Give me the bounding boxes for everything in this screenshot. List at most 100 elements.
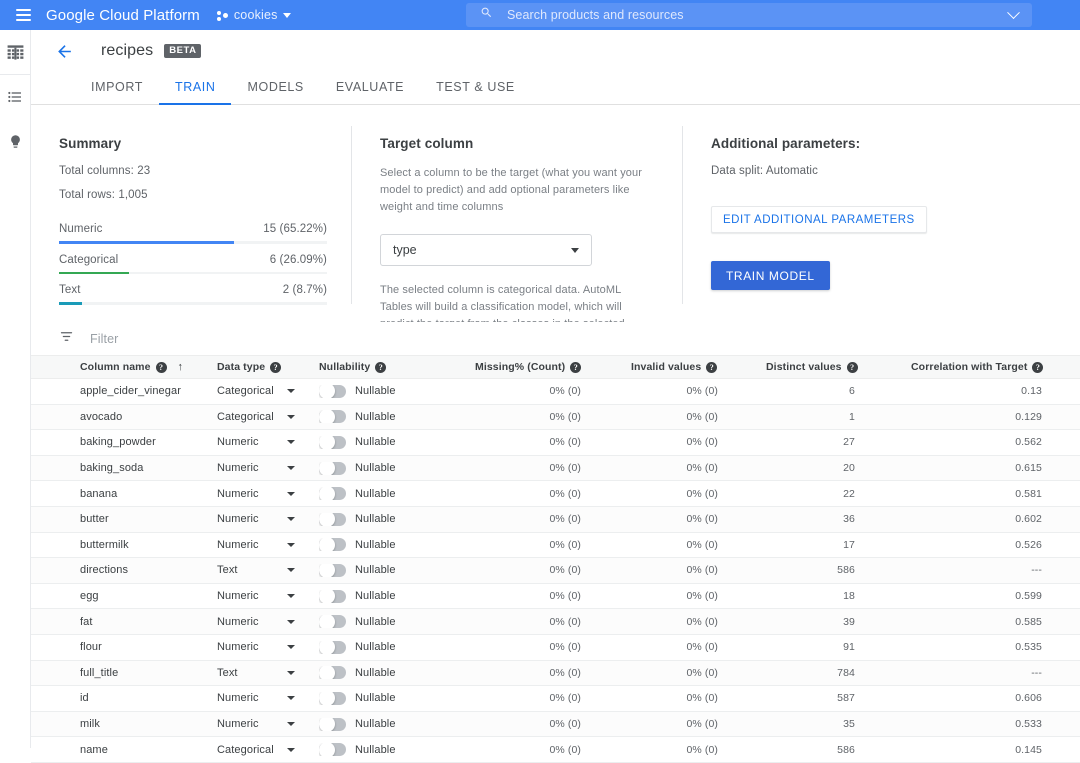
- header-correlation[interactable]: Correlation with Target ?: [874, 361, 1080, 373]
- cell-nullability[interactable]: Nullable: [319, 692, 446, 705]
- tab-test-use[interactable]: TEST & USE: [420, 72, 531, 105]
- data-type-select[interactable]: Text: [217, 667, 319, 679]
- help-icon[interactable]: ?: [1032, 362, 1043, 373]
- table-row[interactable]: butterNumericNullable0% (0)0% (0)360.602: [31, 507, 1080, 533]
- cell-data-type[interactable]: Numeric: [217, 513, 319, 525]
- cell-data-type[interactable]: Numeric: [217, 462, 319, 474]
- data-type-select[interactable]: Numeric: [217, 436, 319, 448]
- header-column-name[interactable]: Column name ? ↑: [31, 361, 217, 373]
- project-selector[interactable]: cookies: [217, 8, 291, 22]
- lightbulb-icon[interactable]: [0, 119, 31, 163]
- help-icon[interactable]: ?: [156, 362, 167, 373]
- cell-data-type[interactable]: Categorical: [217, 744, 319, 756]
- data-type-select[interactable]: Numeric: [217, 539, 319, 551]
- nullable-toggle[interactable]: [319, 718, 346, 731]
- tab-evaluate[interactable]: EVALUATE: [320, 72, 420, 105]
- header-data-type[interactable]: Data type ?: [217, 361, 319, 373]
- train-model-button[interactable]: TRAIN MODEL: [711, 261, 830, 290]
- header-distinct-values[interactable]: Distinct values ?: [734, 361, 874, 373]
- nullable-toggle[interactable]: [319, 743, 346, 756]
- data-type-select[interactable]: Numeric: [217, 616, 319, 628]
- cell-nullability[interactable]: Nullable: [319, 436, 446, 449]
- help-icon[interactable]: ?: [706, 362, 717, 373]
- tab-train[interactable]: TRAIN: [159, 72, 232, 105]
- nullable-toggle[interactable]: [319, 564, 346, 577]
- data-type-select[interactable]: Numeric: [217, 641, 319, 653]
- search-expand-chevron-icon[interactable]: [1007, 6, 1020, 19]
- cell-nullability[interactable]: Nullable: [319, 462, 446, 475]
- cell-data-type[interactable]: Numeric: [217, 488, 319, 500]
- data-type-select[interactable]: Numeric: [217, 590, 319, 602]
- cell-data-type[interactable]: Text: [217, 564, 319, 576]
- help-icon[interactable]: ?: [270, 362, 281, 373]
- cell-nullability[interactable]: Nullable: [319, 564, 446, 577]
- table-row[interactable]: milkNumericNullable0% (0)0% (0)350.533: [31, 712, 1080, 738]
- edit-additional-parameters-button[interactable]: EDIT ADDITIONAL PARAMETERS: [711, 206, 927, 233]
- nullable-toggle[interactable]: [319, 641, 346, 654]
- data-type-select[interactable]: Categorical: [217, 411, 319, 423]
- help-icon[interactable]: ?: [570, 362, 581, 373]
- menu-icon[interactable]: [8, 0, 38, 30]
- nullable-toggle[interactable]: [319, 615, 346, 628]
- sort-ascending-icon[interactable]: ↑: [178, 361, 184, 373]
- cell-data-type[interactable]: Categorical: [217, 411, 319, 423]
- tab-import[interactable]: IMPORT: [75, 72, 159, 105]
- nullable-toggle[interactable]: [319, 666, 346, 679]
- tab-models[interactable]: MODELS: [231, 72, 319, 105]
- nullable-toggle[interactable]: [319, 692, 346, 705]
- cell-nullability[interactable]: Nullable: [319, 615, 446, 628]
- filter-bar[interactable]: Filter: [31, 322, 1080, 355]
- table-row[interactable]: idNumericNullable0% (0)0% (0)5870.606: [31, 686, 1080, 712]
- data-type-select[interactable]: Numeric: [217, 488, 319, 500]
- back-arrow-icon[interactable]: [55, 42, 74, 61]
- cell-nullability[interactable]: Nullable: [319, 641, 446, 654]
- table-row[interactable]: eggNumericNullable0% (0)0% (0)180.599: [31, 584, 1080, 610]
- table-row[interactable]: flourNumericNullable0% (0)0% (0)910.535: [31, 635, 1080, 661]
- table-row[interactable]: nameCategoricalNullable0% (0)0% (0)5860.…: [31, 737, 1080, 763]
- cell-nullability[interactable]: Nullable: [319, 718, 446, 731]
- nullable-toggle[interactable]: [319, 538, 346, 551]
- cell-data-type[interactable]: Numeric: [217, 590, 319, 602]
- cell-nullability[interactable]: Nullable: [319, 590, 446, 603]
- table-row[interactable]: baking_powderNumericNullable0% (0)0% (0)…: [31, 430, 1080, 456]
- header-invalid-values[interactable]: Invalid values ?: [595, 361, 734, 373]
- table-row[interactable]: bananaNumericNullable0% (0)0% (0)220.581: [31, 481, 1080, 507]
- data-type-select[interactable]: Numeric: [217, 692, 319, 704]
- cell-data-type[interactable]: Numeric: [217, 539, 319, 551]
- cell-data-type[interactable]: Text: [217, 667, 319, 679]
- target-column-select[interactable]: type: [380, 234, 592, 266]
- table-row[interactable]: apple_cider_vinegarCategoricalNullable0%…: [31, 379, 1080, 405]
- help-icon[interactable]: ?: [847, 362, 858, 373]
- table-row[interactable]: directionsTextNullable0% (0)0% (0)586---: [31, 558, 1080, 584]
- nullable-toggle[interactable]: [319, 410, 346, 423]
- nullable-toggle[interactable]: [319, 436, 346, 449]
- nullable-toggle[interactable]: [319, 487, 346, 500]
- datasets-list-icon[interactable]: [0, 75, 31, 119]
- automl-tables-icon[interactable]: [0, 30, 31, 74]
- data-type-select[interactable]: Text: [217, 564, 319, 576]
- cell-nullability[interactable]: Nullable: [319, 743, 446, 756]
- cell-nullability[interactable]: Nullable: [319, 487, 446, 500]
- table-row[interactable]: buttermilkNumericNullable0% (0)0% (0)170…: [31, 533, 1080, 559]
- cell-data-type[interactable]: Categorical: [217, 385, 319, 397]
- nullable-toggle[interactable]: [319, 590, 346, 603]
- data-type-select[interactable]: Categorical: [217, 385, 319, 397]
- header-nullability[interactable]: Nullability ?: [319, 361, 446, 373]
- table-row[interactable]: avocadoCategoricalNullable0% (0)0% (0)10…: [31, 405, 1080, 431]
- nullable-toggle[interactable]: [319, 462, 346, 475]
- help-icon[interactable]: ?: [375, 362, 386, 373]
- cell-data-type[interactable]: Numeric: [217, 436, 319, 448]
- data-type-select[interactable]: Categorical: [217, 744, 319, 756]
- cell-nullability[interactable]: Nullable: [319, 513, 446, 526]
- data-type-select[interactable]: Numeric: [217, 462, 319, 474]
- data-type-select[interactable]: Numeric: [217, 718, 319, 730]
- table-row[interactable]: fatNumericNullable0% (0)0% (0)390.585: [31, 609, 1080, 635]
- table-row[interactable]: full_titleTextNullable0% (0)0% (0)784---: [31, 661, 1080, 687]
- search-input[interactable]: Search products and resources: [466, 3, 1032, 27]
- header-missing[interactable]: Missing% (Count) ?: [446, 361, 595, 373]
- nullable-toggle[interactable]: [319, 385, 346, 398]
- cell-data-type[interactable]: Numeric: [217, 718, 319, 730]
- cell-data-type[interactable]: Numeric: [217, 616, 319, 628]
- table-row[interactable]: baking_sodaNumericNullable0% (0)0% (0)20…: [31, 456, 1080, 482]
- cell-nullability[interactable]: Nullable: [319, 538, 446, 551]
